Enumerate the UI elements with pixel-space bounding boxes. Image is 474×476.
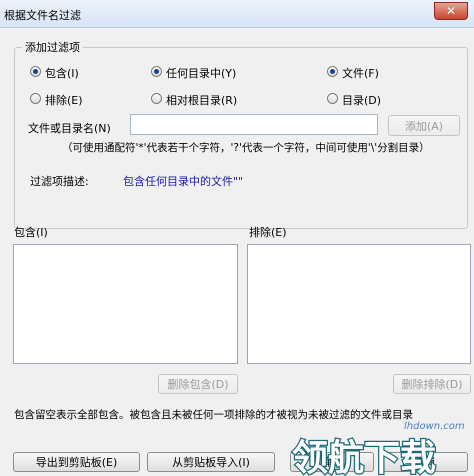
add-button[interactable]: 添加(A) bbox=[388, 115, 460, 136]
file-radio-label[interactable]: 文件(F) bbox=[342, 65, 379, 81]
add-filter-group bbox=[14, 47, 468, 229]
name-field-label: 文件或目录名(N) bbox=[28, 122, 111, 135]
directory-radio-label[interactable]: 目录(D) bbox=[342, 92, 381, 108]
import-from-clipboard-button[interactable]: 从剪贴板导入(I) bbox=[147, 452, 275, 472]
exclude-list-label: 排除(E) bbox=[249, 226, 287, 239]
exclude-radio-label[interactable]: 排除(E) bbox=[45, 92, 83, 108]
include-radio-label[interactable]: 包含(I) bbox=[45, 65, 79, 81]
description-label: 过滤项描述: bbox=[30, 175, 89, 188]
delete-include-button[interactable]: 删除包含(D) bbox=[158, 374, 238, 394]
close-button[interactable]: ✕ bbox=[434, 2, 468, 20]
relative-root-radio[interactable] bbox=[151, 93, 162, 104]
dialog-client: 添加过滤项 包含(I) 任何目录中(Y) 文件(F) 排除(E) 相对根目录(R… bbox=[0, 28, 474, 476]
title-bar: 根据文件名过滤 ✕ bbox=[0, 0, 474, 28]
any-directory-radio[interactable] bbox=[151, 66, 162, 77]
exclude-radio[interactable] bbox=[30, 93, 41, 104]
close-icon: ✕ bbox=[445, 4, 457, 18]
file-or-directory-name-input[interactable] bbox=[130, 114, 378, 135]
include-list[interactable] bbox=[13, 244, 238, 364]
watermark-logo-text: 领航下载 bbox=[292, 437, 436, 476]
watermark-logo: 领航下载 bbox=[291, 436, 438, 476]
delete-exclude-button[interactable]: 删除排除(D) bbox=[393, 374, 471, 394]
file-radio[interactable] bbox=[327, 66, 338, 77]
wildcard-hint: （可使用通配符'*'代表若干个字符，'?'代表一个字符，中间可使用'\'分割目录… bbox=[62, 142, 430, 154]
include-list-label: 包含(I) bbox=[14, 226, 48, 239]
add-filter-group-title: 添加过滤项 bbox=[22, 39, 83, 55]
directory-radio[interactable] bbox=[327, 93, 338, 104]
export-to-clipboard-button[interactable]: 导出到剪贴板(E) bbox=[13, 452, 140, 472]
include-radio[interactable] bbox=[30, 66, 41, 77]
window-title: 根据文件名过滤 bbox=[4, 9, 81, 22]
any-directory-radio-label[interactable]: 任何目录中(Y) bbox=[166, 65, 236, 81]
exclude-list[interactable] bbox=[247, 244, 471, 364]
watermark-url: lhdown.com bbox=[404, 421, 465, 432]
include-exclude-note: 包含留空表示全部包含。被包含且未被任何一项排除的才被视为未被过滤的文件或目录 bbox=[14, 409, 413, 421]
relative-root-radio-label[interactable]: 相对根目录(R) bbox=[166, 92, 237, 108]
description-value: 包含任何目录中的文件"" bbox=[123, 175, 244, 188]
